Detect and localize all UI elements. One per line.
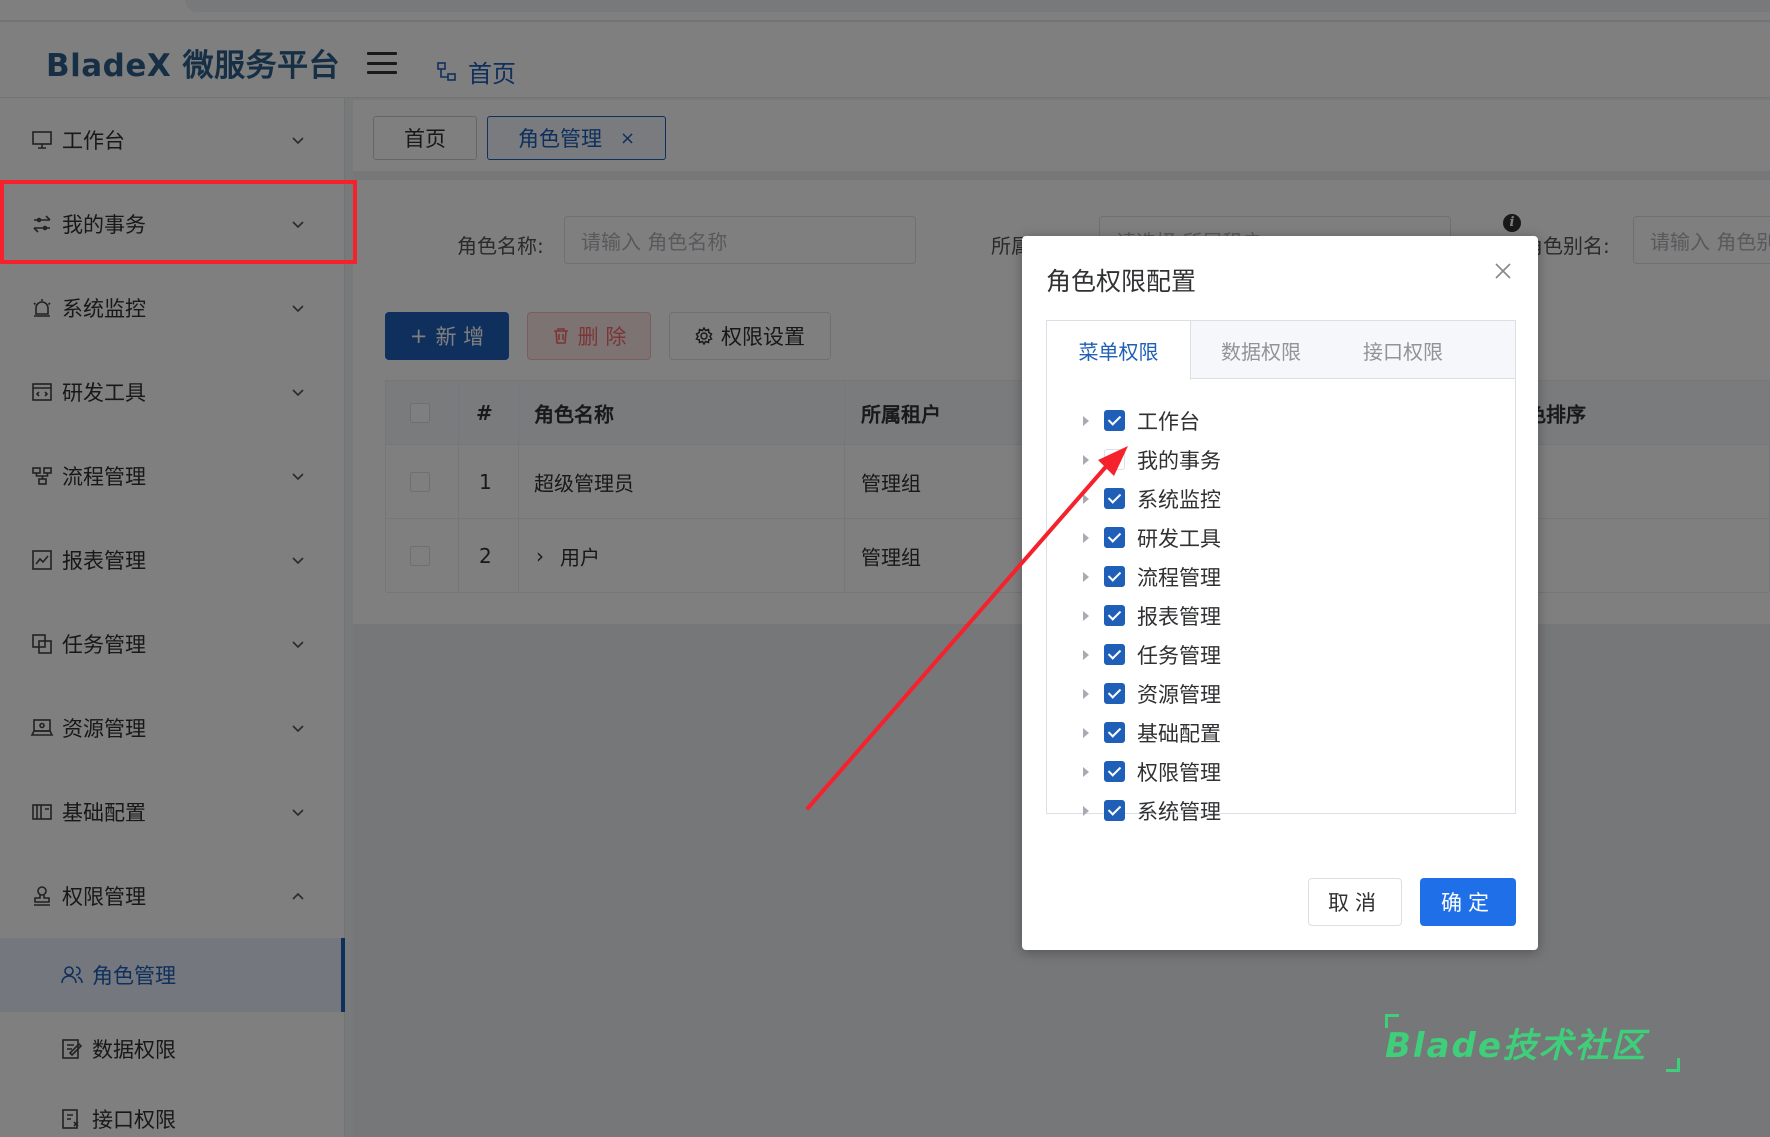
caret-right-icon[interactable] — [1083, 727, 1089, 738]
tree-node-label: 权限管理 — [1137, 760, 1221, 785]
dialog-title: 角色权限配置 — [1046, 267, 1197, 296]
caret-right-icon[interactable] — [1083, 571, 1089, 582]
tree-node[interactable]: 系统管理 — [1047, 791, 1515, 830]
tree-node[interactable]: 任务管理 — [1047, 635, 1515, 674]
watermark-corner — [1666, 1058, 1680, 1072]
tree-node-label: 流程管理 — [1137, 565, 1221, 590]
tree-checkbox[interactable] — [1104, 683, 1125, 704]
role-permission-dialog: 角色权限配置 菜单权限 数据权限 接口权限 工作台 我的事务 系统监控 研发工具… — [1022, 236, 1538, 950]
caret-right-icon[interactable] — [1083, 688, 1089, 699]
close-icon[interactable] — [1492, 260, 1514, 282]
tree-checkbox[interactable] — [1104, 449, 1125, 470]
caret-right-icon[interactable] — [1083, 415, 1089, 426]
permission-tab-header: 菜单权限 数据权限 接口权限 — [1047, 321, 1515, 380]
caret-right-icon[interactable] — [1083, 454, 1089, 465]
annotation-highlight-box — [0, 180, 357, 264]
caret-right-icon[interactable] — [1083, 610, 1089, 621]
tree-checkbox[interactable] — [1104, 605, 1125, 626]
permission-tabs: 菜单权限 数据权限 接口权限 工作台 我的事务 系统监控 研发工具 流程管理 报… — [1046, 320, 1516, 824]
tree-node[interactable]: 研发工具 — [1047, 518, 1515, 557]
tree-node[interactable]: 权限管理 — [1047, 752, 1515, 791]
tree-node-label: 基础配置 — [1137, 721, 1221, 746]
tree-checkbox[interactable] — [1104, 644, 1125, 665]
tree-checkbox[interactable] — [1104, 527, 1125, 548]
tree-checkbox[interactable] — [1104, 488, 1125, 509]
tree-node[interactable]: 我的事务 — [1047, 440, 1515, 479]
tree-checkbox[interactable] — [1104, 722, 1125, 743]
tree-node-label: 资源管理 — [1137, 682, 1221, 707]
tree-node[interactable]: 报表管理 — [1047, 596, 1515, 635]
tree-node-label: 系统监控 — [1137, 487, 1221, 512]
tab-menu-permission[interactable]: 菜单权限 — [1047, 321, 1191, 380]
tree-node-label: 工作台 — [1137, 409, 1200, 434]
tree-node[interactable]: 基础配置 — [1047, 713, 1515, 752]
tree-node-label: 我的事务 — [1137, 448, 1221, 473]
tree-node[interactable]: 资源管理 — [1047, 674, 1515, 713]
tree-checkbox[interactable] — [1104, 410, 1125, 431]
tree-node[interactable]: 系统监控 — [1047, 479, 1515, 518]
confirm-button[interactable]: 确定 — [1420, 878, 1516, 926]
tree-checkbox[interactable] — [1104, 800, 1125, 821]
cancel-button[interactable]: 取消 — [1308, 878, 1402, 926]
tree-node-label: 研发工具 — [1137, 526, 1221, 551]
caret-right-icon[interactable] — [1083, 766, 1089, 777]
tree-node[interactable]: 流程管理 — [1047, 557, 1515, 596]
tree-node-label: 报表管理 — [1137, 604, 1221, 629]
tree-node-label: 系统管理 — [1137, 799, 1221, 824]
tree-checkbox[interactable] — [1104, 761, 1125, 782]
watermark-text: Blade技术社区 — [1385, 1026, 1647, 1066]
tree-node-label: 任务管理 — [1137, 643, 1221, 668]
caret-right-icon[interactable] — [1083, 532, 1089, 543]
caret-right-icon[interactable] — [1083, 805, 1089, 816]
tab-data-permission[interactable]: 数据权限 — [1191, 321, 1331, 379]
tree-checkbox[interactable] — [1104, 566, 1125, 587]
caret-right-icon[interactable] — [1083, 649, 1089, 660]
caret-right-icon[interactable] — [1083, 493, 1089, 504]
tab-api-permission[interactable]: 接口权限 — [1331, 321, 1475, 379]
tree-node[interactable]: 工作台 — [1047, 401, 1515, 440]
